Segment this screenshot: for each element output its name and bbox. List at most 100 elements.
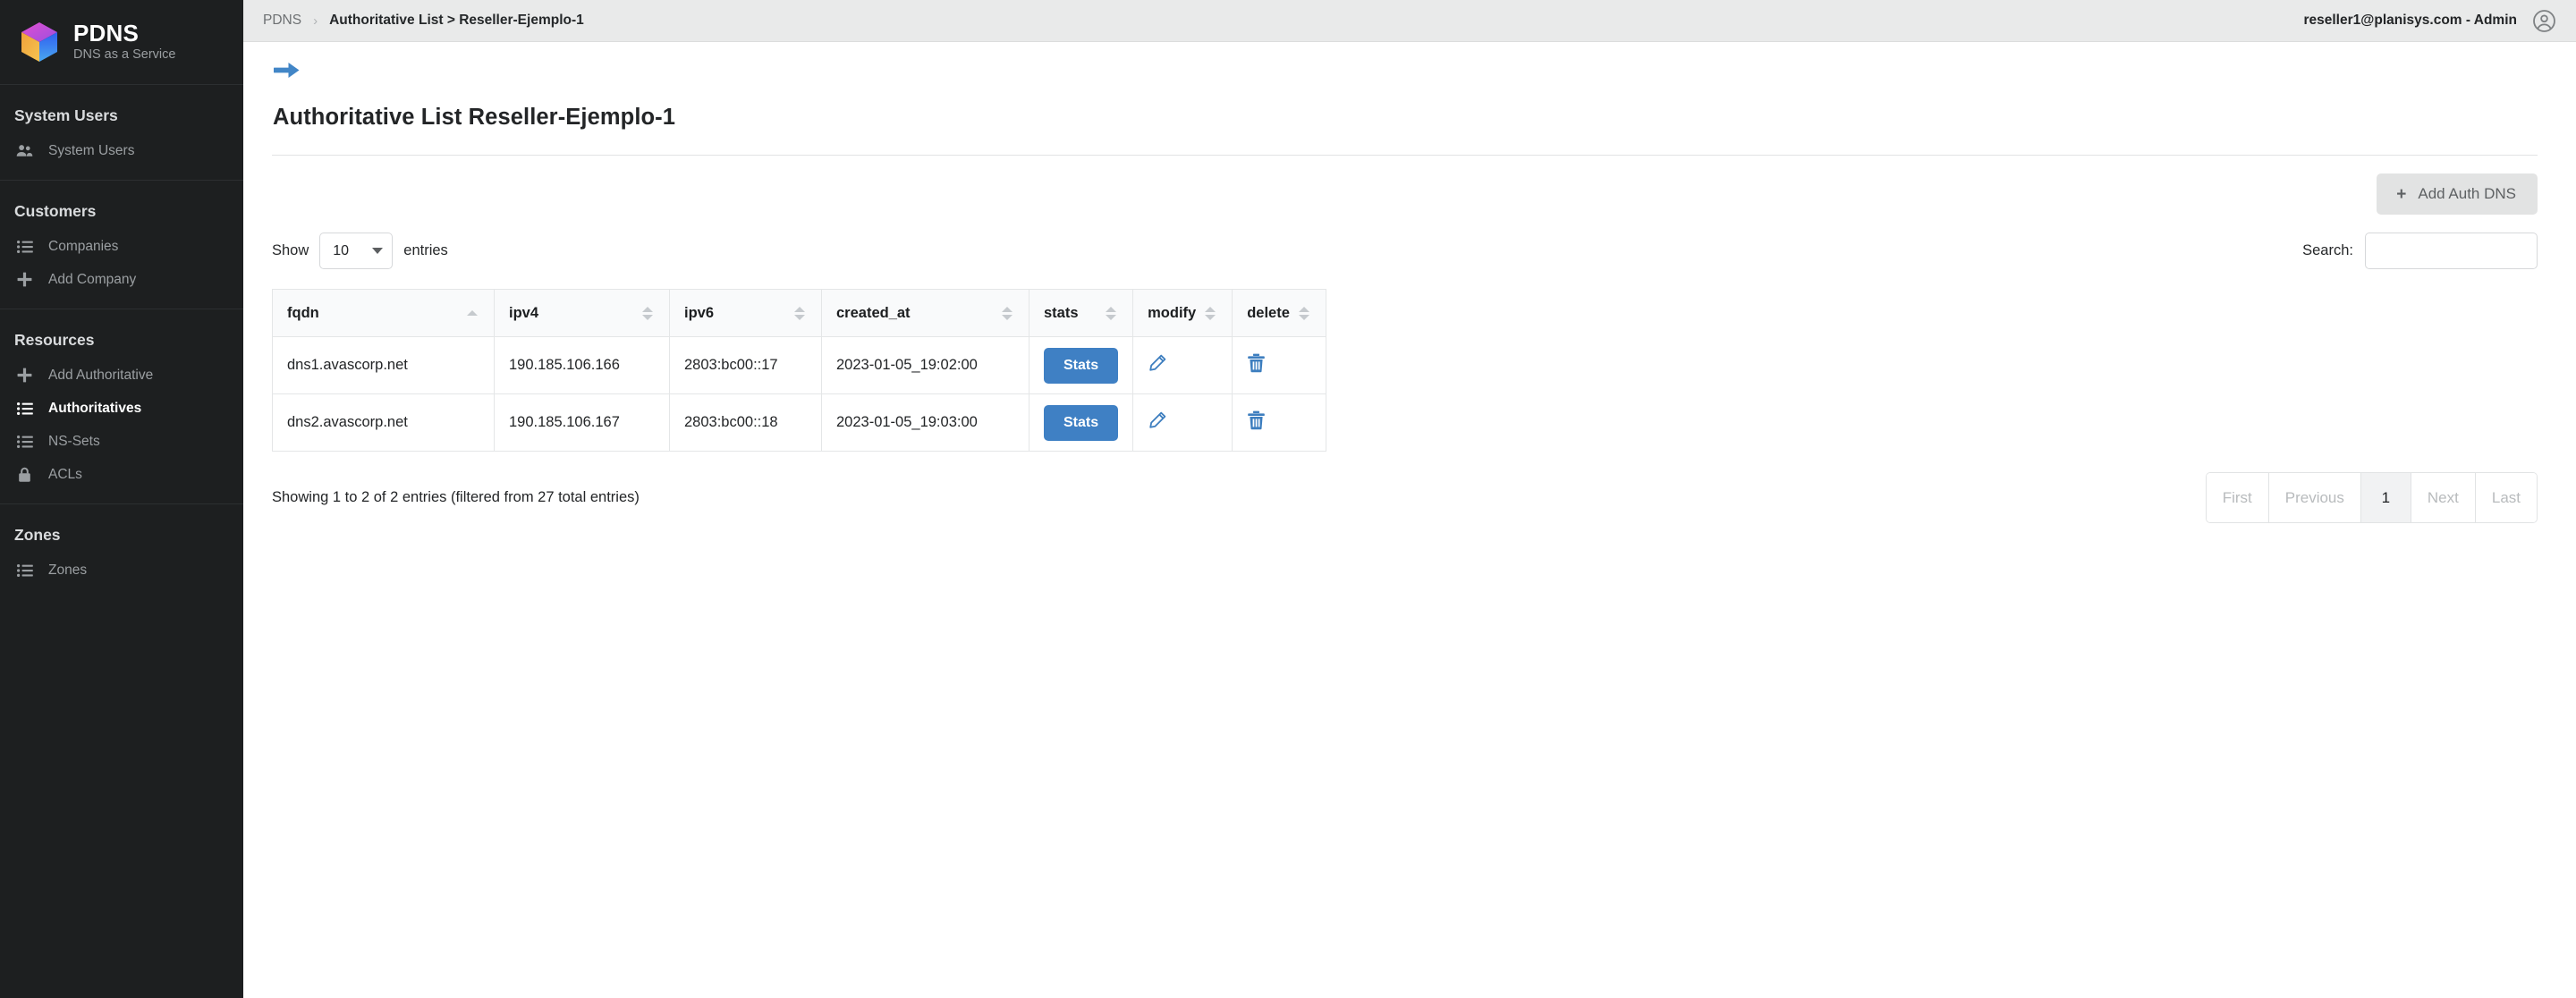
breadcrumb-current: Authoritative List > Reseller-Ejemplo-1 [329, 13, 584, 28]
pagination-previous[interactable]: Previous [2268, 473, 2361, 523]
nav-group-resources: Resources Add Authoritative Authoritativ… [0, 309, 243, 504]
column-label: ipv6 [684, 304, 715, 321]
sidebar-item-label: System Users [48, 142, 135, 158]
cell-created-at: 2023-01-05_19:02:00 [821, 336, 1030, 395]
page-size-value: 10 [333, 242, 350, 258]
column-header-modify[interactable]: modify [1132, 289, 1233, 338]
user-label: reseller1@planisys.com - Admin [2303, 13, 2517, 28]
table-head: fqdn ipv4 ipv6 created_at stats modify d… [272, 289, 1326, 338]
nav-group-zones: Zones Zones [0, 504, 243, 599]
plus-icon [16, 271, 33, 288]
pencil-icon [1148, 410, 1167, 430]
authoritatives-table-wrapper: fqdn ipv4 ipv6 created_at stats modify d… [272, 289, 2538, 452]
authoritatives-table: fqdn ipv4 ipv6 created_at stats modify d… [272, 289, 1326, 452]
stats-button[interactable]: Stats [1044, 404, 1119, 441]
lock-icon [16, 466, 33, 483]
arrow-right-icon [274, 62, 2538, 79]
nav-group-customers: Customers Companies Add Company [0, 181, 243, 309]
back-arrow-button[interactable] [272, 42, 2538, 84]
search-label: Search: [2302, 242, 2353, 259]
app-root: PDNS DNS as a Service System Users Syste… [0, 0, 2576, 998]
nav-heading-resources: Resources [14, 331, 95, 349]
sidebar-item-label: Companies [48, 238, 119, 254]
sidebar-item-companies[interactable]: Companies [0, 230, 243, 263]
sidebar-item-label: ACLs [48, 466, 82, 482]
cell-modify [1132, 336, 1233, 395]
sidebar-item-system-users[interactable]: System Users [0, 134, 243, 167]
delete-button[interactable] [1247, 353, 1266, 373]
main-area: PDNS › Authoritative List > Reseller-Eje… [243, 0, 2576, 998]
add-auth-dns-label: Add Auth DNS [2418, 185, 2516, 203]
stats-button[interactable]: Stats [1044, 347, 1119, 384]
list-icon [16, 562, 33, 579]
account-circle-icon[interactable] [2532, 9, 2556, 33]
sidebar-item-label: Authoritatives [48, 400, 142, 416]
page-size-select[interactable]: 10 [319, 233, 394, 270]
sort-icon [785, 306, 805, 320]
column-header-fqdn[interactable]: fqdn [272, 289, 495, 338]
cell-created-at: 2023-01-05_19:03:00 [821, 393, 1030, 452]
sidebar-item-authoritatives[interactable]: Authoritatives [0, 392, 243, 425]
nav-group-system-users: System Users System Users [0, 85, 243, 181]
plus-icon: + [2396, 184, 2407, 204]
brand-title: PDNS [73, 20, 140, 47]
sidebar-item-add-company[interactable]: Add Company [0, 263, 243, 296]
column-label: created_at [836, 304, 911, 321]
sidebar-item-add-authoritative[interactable]: Add Authoritative [0, 359, 243, 392]
column-label: fqdn [287, 304, 319, 321]
sidebar-item-label: Add Company [48, 271, 137, 287]
cell-delete [1232, 393, 1326, 452]
pagination-last[interactable]: Last [2475, 473, 2537, 523]
trash-icon [1247, 410, 1266, 430]
pagination: First Previous 1 Next Last [2205, 472, 2538, 524]
list-icon [16, 400, 33, 417]
sidebar: PDNS DNS as a Service System Users Syste… [0, 0, 243, 998]
column-header-ipv6[interactable]: ipv6 [669, 289, 822, 338]
entries-info: Showing 1 to 2 of 2 entries (filtered fr… [272, 489, 640, 506]
cell-stats: Stats [1028, 336, 1134, 395]
nav-heading-system-users: System Users [14, 106, 118, 124]
list-icon [16, 433, 33, 450]
pagination-next[interactable]: Next [2411, 473, 2476, 523]
sidebar-item-label: NS-Sets [48, 433, 100, 449]
add-auth-dns-button[interactable]: + Add Auth DNS [2377, 173, 2538, 216]
pagination-first[interactable]: First [2206, 473, 2269, 523]
edit-button[interactable] [1148, 353, 1167, 373]
pagination-page-1[interactable]: 1 [2360, 473, 2411, 523]
search-control: Search: [2302, 233, 2538, 270]
table-body: dns1.avascorp.net 190.185.106.166 2803:b… [272, 336, 1326, 452]
sidebar-item-zones[interactable]: Zones [0, 554, 243, 587]
breadcrumb: PDNS › Authoritative List > Reseller-Eje… [263, 13, 584, 29]
cell-ipv4: 190.185.106.166 [494, 336, 670, 395]
toolbar: + Add Auth DNS [272, 156, 2538, 216]
users-icon [16, 142, 33, 159]
column-label: delete [1247, 304, 1290, 321]
sort-ascending-icon [458, 310, 478, 317]
table-header-row: fqdn ipv4 ipv6 created_at stats modify d… [272, 289, 1326, 338]
brand-header[interactable]: PDNS DNS as a Service [0, 0, 243, 85]
breadcrumb-root[interactable]: PDNS [263, 13, 301, 29]
cell-delete [1232, 336, 1326, 395]
cell-ipv6: 2803:bc00::18 [669, 393, 822, 452]
nav-heading-zones: Zones [14, 526, 61, 544]
delete-button[interactable] [1247, 410, 1266, 430]
cell-modify [1132, 393, 1233, 452]
column-header-ipv4[interactable]: ipv4 [494, 289, 670, 338]
cell-stats: Stats [1028, 393, 1134, 452]
edit-button[interactable] [1148, 410, 1167, 430]
show-label: Show [272, 242, 309, 259]
cell-fqdn: dns2.avascorp.net [272, 393, 495, 452]
column-header-delete[interactable]: delete [1232, 289, 1326, 338]
search-input[interactable] [2365, 233, 2538, 270]
cell-ipv4: 190.185.106.167 [494, 393, 670, 452]
column-label: stats [1044, 304, 1079, 321]
sidebar-item-ns-sets[interactable]: NS-Sets [0, 425, 243, 458]
table-row: dns2.avascorp.net 190.185.106.167 2803:b… [272, 393, 1326, 452]
column-header-stats[interactable]: stats [1028, 289, 1134, 338]
entries-label: entries [403, 242, 448, 259]
topbar-user-area[interactable]: reseller1@planisys.com - Admin [2303, 9, 2556, 33]
column-header-created-at[interactable]: created_at [821, 289, 1030, 338]
table-controls: Show 10 entries Search: [272, 233, 2538, 270]
chevron-right-icon: › [313, 13, 318, 29]
sidebar-item-acls[interactable]: ACLs [0, 458, 243, 491]
